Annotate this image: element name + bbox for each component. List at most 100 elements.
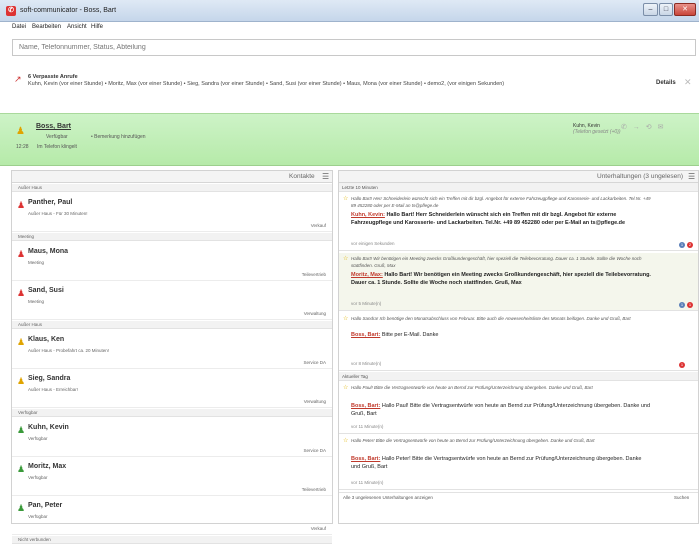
- conversation-item[interactable]: ☆ Hallo Bart! Wir benötigen ein Meeting z…: [339, 253, 698, 311]
- contact-group-header[interactable]: Meeting: [12, 233, 332, 241]
- search-link[interactable]: Suchen: [674, 495, 689, 500]
- contact-department: Service DA: [303, 448, 326, 453]
- menu-bar: Datei Bearbeiten Ansicht Hilfe: [0, 22, 699, 34]
- conversations-header: Unterhaltungen (3 ungelesen) ☰: [339, 171, 698, 183]
- maximize-button[interactable]: □: [659, 3, 673, 16]
- conversation-item[interactable]: ☆ Hallo Peter! Bitte die Vertragsentwürfe…: [339, 435, 698, 490]
- contact-name: Sand, Susi: [28, 287, 64, 294]
- contact-group-header[interactable]: Außer Haus: [12, 321, 332, 329]
- menu-ansicht[interactable]: Ansicht: [67, 24, 87, 30]
- menu-icon[interactable]: ☰: [322, 172, 329, 181]
- contact-name: Panther, Paul: [28, 199, 73, 206]
- contact-department: Verwaltung: [303, 399, 326, 404]
- reply-message: Boss, Bart: Bitte per E-Mail. Danke: [351, 331, 651, 339]
- message-time: vor 11 Minute(n): [351, 480, 384, 485]
- contact-status: Außer Haus - Probefahrt ca. 20 Minuten!: [28, 348, 110, 353]
- message-sender[interactable]: Boss, Bart:: [351, 332, 380, 338]
- close-icon[interactable]: ✕: [684, 77, 692, 88]
- conversation-item[interactable]: ☆ Hallo Sandra! Ich benötige den Monatsab…: [339, 313, 698, 371]
- conversations-pane: Unterhaltungen (3 ungelesen) ☰ Letzte 10…: [338, 170, 699, 524]
- contact-name: Kuhn, Kevin: [28, 424, 69, 431]
- star-icon[interactable]: ☆: [343, 384, 348, 391]
- contact-department: Service DA: [303, 360, 326, 365]
- contact-row[interactable]: ♟ Sand, Susi Meeting Verwaltung: [12, 282, 332, 320]
- contact-group-header[interactable]: Nicht verbunden: [12, 536, 332, 544]
- message-sender[interactable]: Boss, Bart:: [351, 456, 380, 462]
- contact-name: Maus, Mona: [28, 248, 69, 255]
- star-icon[interactable]: ☆: [343, 255, 348, 262]
- person-icon: ♟: [16, 126, 25, 137]
- contact-row[interactable]: ♟ Panther, Paul Außer Haus - Für 30 Minute…: [12, 194, 332, 232]
- message-text: Hallo Bart! Wir benötigen ein Meeting zw…: [351, 272, 651, 286]
- unread-badge: 1: [679, 362, 685, 368]
- contacts-pane: Kontakte ☰ Außer Haus ♟ Panther, Paul Außer…: [11, 170, 333, 544]
- person-icon: ♟: [17, 200, 26, 210]
- contact-department: Verkauf: [310, 526, 326, 531]
- missed-calls-list[interactable]: Kuhn, Kevin (vor einer Stunde) • Moritz,…: [28, 81, 504, 87]
- missed-calls-panel: ↗ 6 Verpasste Anrufe Kuhn, Kevin (vor ei…: [10, 60, 696, 110]
- missed-calls-title: 6 Verpasste Anrufe: [28, 74, 78, 80]
- contact-status: Meeting: [28, 260, 45, 265]
- close-button[interactable]: ✕: [674, 3, 696, 16]
- message-time: vor 8 Minute(n): [351, 361, 382, 366]
- message-time: vor 5 Minute(n): [351, 301, 382, 306]
- contact-department: Teilevertrieb: [301, 487, 326, 492]
- unread-badge: 1: [679, 302, 685, 308]
- title-bar: ✆ soft-communicator - Boss, Bart – □ ✕: [0, 0, 699, 22]
- user-name[interactable]: Boss, Bart: [36, 123, 71, 130]
- person-icon: ♟: [17, 288, 26, 298]
- contact-name: Pan, Peter: [28, 502, 63, 509]
- star-icon[interactable]: ☆: [343, 437, 348, 444]
- contact-status: Verfügbar: [28, 436, 48, 441]
- contact-status: Verfügbar: [28, 475, 48, 480]
- add-note-link[interactable]: • Bemerkung hinzufügen: [91, 134, 146, 140]
- phone-status: Im Telefon klingelt: [37, 144, 77, 150]
- menu-hilfe[interactable]: Hilfe: [91, 24, 103, 30]
- conversation-item[interactable]: ☆ Hallo Bart! Herr Schneiderlein wünscht …: [339, 193, 698, 251]
- person-icon: ♟: [17, 425, 26, 435]
- call-control-icons[interactable]: ✆ → ⟲ ✉: [621, 123, 665, 131]
- contact-department: Verkauf: [310, 223, 326, 228]
- message-text: Hallo Paul! Bitte die Vertragsentwürfe v…: [351, 403, 651, 417]
- person-icon: ♟: [17, 337, 26, 347]
- star-icon[interactable]: ☆: [343, 195, 348, 202]
- contact-row[interactable]: ♟ Maus, Mona Meeting Teilevertrieb: [12, 243, 332, 281]
- star-icon[interactable]: ☆: [343, 315, 348, 322]
- message-text: Bitte per E-Mail. Danke: [381, 332, 439, 338]
- quoted-message: Hallo Bart! Wir benötigen ein Meeting zw…: [351, 256, 642, 268]
- section-last-10-minutes: Letzte 10 Minuten: [339, 183, 698, 192]
- conversations-header-label: Unterhaltungen (3 ungelesen): [597, 173, 684, 180]
- contact-group-header[interactable]: Verfügbar: [12, 409, 332, 417]
- contact-row[interactable]: ♟ Pan, Peter Verfügbar Verkauf: [12, 497, 332, 535]
- status-panel: ♟ Boss, Bart Verfügbar • Bemerkung hinzu…: [0, 113, 699, 166]
- contact-row[interactable]: ♟ Kuhn, Kevin Verfügbar Service DA: [12, 419, 332, 457]
- call-time: 12:28: [16, 144, 29, 150]
- contact-group-header[interactable]: Außer Haus: [12, 184, 332, 192]
- unread-badge: 1: [679, 242, 685, 248]
- contact-department: Verwaltung: [303, 311, 326, 316]
- message-sender[interactable]: Boss, Bart:: [351, 403, 380, 409]
- reply-message: Kuhn, Kevin: Hallo Bart! Herr Schneiderl…: [351, 211, 651, 227]
- minimize-button[interactable]: –: [643, 3, 658, 16]
- menu-datei[interactable]: Datei: [12, 24, 26, 30]
- message-sender[interactable]: Moritz, Max:: [351, 272, 383, 278]
- contact-row[interactable]: ♟ Sieg, Sandra Außer Haus - Erreichbar! Ver…: [12, 370, 332, 408]
- details-link[interactable]: Details: [656, 80, 676, 86]
- conversation-item[interactable]: ☆ Hallo Paul! Bitte die Vertragsentwürfe …: [339, 382, 698, 434]
- contacts-header: Kontakte ☰: [12, 171, 332, 183]
- menu-bearbeiten[interactable]: Bearbeiten: [32, 24, 61, 30]
- reply-message: Boss, Bart: Hallo Peter! Bitte die Vertr…: [351, 455, 651, 471]
- app-icon: ✆: [6, 6, 16, 16]
- message-text: Hallo Bart! Herr Schneiderlein wünscht s…: [351, 212, 626, 226]
- menu-icon[interactable]: ☰: [688, 172, 695, 181]
- search-input[interactable]: [12, 39, 696, 56]
- active-call-sub: (Telefon gesetzt (+0)): [573, 129, 621, 135]
- missed-call-icon: ↗: [14, 74, 22, 84]
- quoted-message: Hallo Bart! Herr Schneiderlein wünscht s…: [351, 196, 651, 208]
- contact-row[interactable]: ♟ Moritz, Max Verfügbar Teilevertrieb: [12, 458, 332, 496]
- message-sender[interactable]: Kuhn, Kevin:: [351, 212, 385, 218]
- show-unread-link[interactable]: Alle 3 ungelesenen Unterhaltungen anzeig…: [343, 495, 433, 500]
- presence-state[interactable]: Verfügbar: [46, 134, 68, 140]
- contact-row[interactable]: ♟ Klaus, Ken Außer Haus - Probefahrt ca. 2…: [12, 331, 332, 369]
- unread-badge: 1: [687, 302, 693, 308]
